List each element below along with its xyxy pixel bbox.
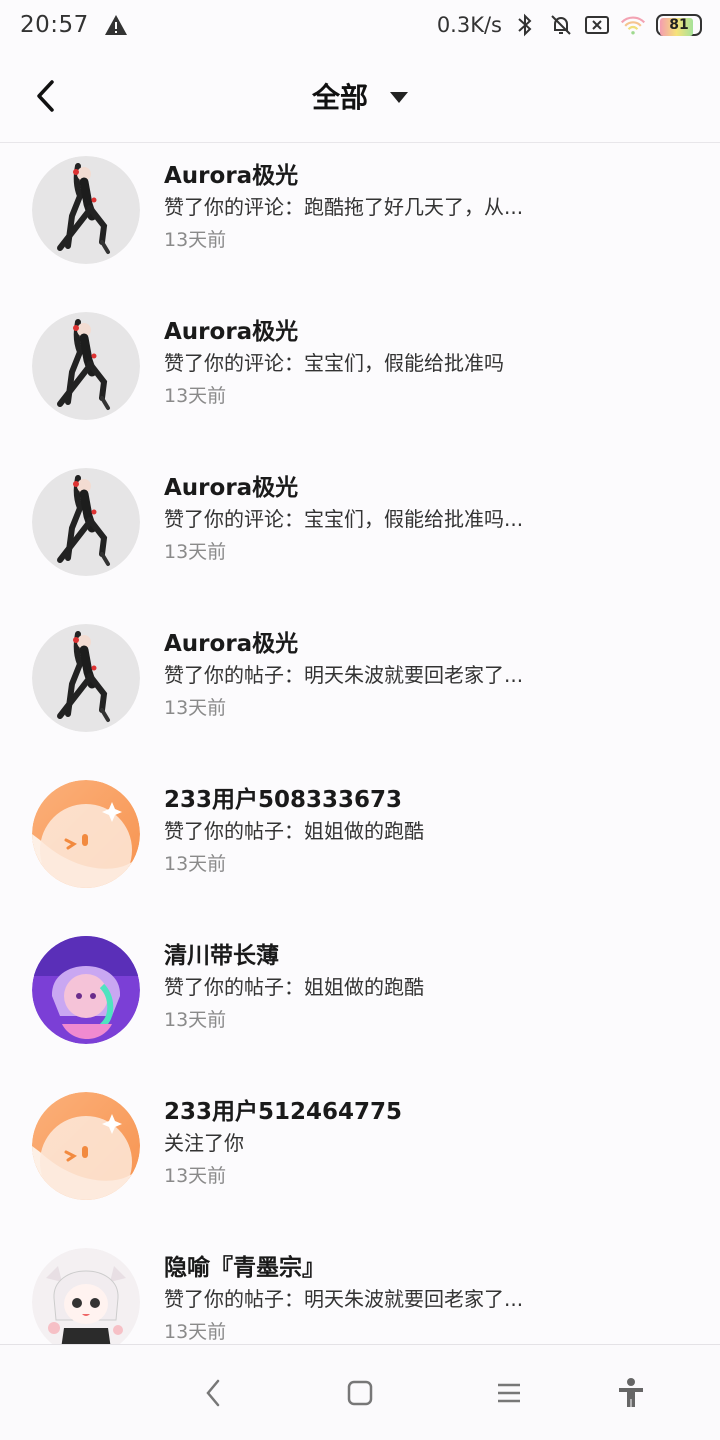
avatar[interactable] bbox=[32, 780, 140, 888]
page-title: 全部 bbox=[311, 81, 368, 114]
avatar[interactable] bbox=[32, 1248, 140, 1344]
user-name[interactable]: 233用户512464775 bbox=[164, 1092, 402, 1126]
battery-icon: 81 bbox=[656, 14, 702, 36]
home-nav-icon[interactable] bbox=[340, 1373, 380, 1413]
user-name[interactable]: Aurora极光 bbox=[164, 468, 298, 502]
notification-item[interactable]: Aurora极光赞了你的评论：跑酷拖了好几天了，从... 13天前 bbox=[0, 144, 720, 300]
status-time: 20:57 bbox=[20, 12, 89, 38]
notification-text: 赞了你的帖子：姐姐做的跑酷 bbox=[164, 819, 424, 843]
bell-muted-icon bbox=[548, 12, 574, 38]
avatar[interactable] bbox=[32, 936, 140, 1044]
notification-item[interactable]: Aurora极光赞了你的帖子：明天朱波就要回老家了... 13天前 bbox=[0, 612, 720, 768]
notification-item[interactable]: 清川带长薄赞了你的帖子：姐姐做的跑酷 13天前 bbox=[0, 924, 720, 1080]
user-name[interactable]: Aurora极光 bbox=[164, 624, 298, 658]
user-name[interactable]: 隐喻『青墨宗』 bbox=[164, 1248, 325, 1282]
caret-down-icon bbox=[390, 91, 408, 103]
user-name[interactable]: Aurora极光 bbox=[164, 312, 298, 346]
sim-off-icon bbox=[584, 12, 610, 38]
back-nav-icon[interactable] bbox=[193, 1373, 233, 1413]
timestamp: 13天前 bbox=[164, 229, 227, 251]
notification-item[interactable]: 隐喻『青墨宗』赞了你的帖子：明天朱波就要回老家了... 13天前 bbox=[0, 1236, 720, 1344]
network-speed: 0.3K/s bbox=[436, 13, 502, 37]
user-name[interactable]: 233用户508333673 bbox=[164, 780, 402, 814]
timestamp: 13天前 bbox=[164, 697, 227, 719]
notification-text: 赞了你的评论：跑酷拖了好几天了，从... bbox=[164, 195, 524, 219]
avatar[interactable] bbox=[32, 156, 140, 264]
notification-text: 赞了你的评论：宝宝们，假能给批准吗 bbox=[164, 351, 504, 375]
timestamp: 13天前 bbox=[164, 385, 227, 407]
filter-dropdown[interactable]: 全部 bbox=[0, 76, 720, 116]
timestamp: 13天前 bbox=[164, 1165, 227, 1187]
notification-list: Aurora极光 赞了你的评论：跑酷拖了好几天了，从... 13天前 Aurora极… bbox=[0, 144, 720, 1344]
notification-text: 赞了你的帖子：明天朱波就要回老家了... bbox=[164, 663, 524, 687]
avatar[interactable] bbox=[32, 624, 140, 732]
notification-text: 赞了你的帖子：明天朱波就要回老家了... bbox=[164, 1287, 524, 1311]
warning-icon bbox=[103, 13, 129, 37]
system-nav-bar bbox=[0, 1344, 720, 1440]
timestamp: 13天前 bbox=[164, 853, 227, 875]
status-bar: 20:57 0.3K/s 81 bbox=[0, 0, 720, 50]
page-header: 全部 bbox=[0, 50, 720, 143]
bluetooth-icon bbox=[512, 12, 538, 38]
notification-text: 关注了你 bbox=[164, 1131, 244, 1155]
status-icons: 0.3K/s 81 bbox=[437, 12, 702, 38]
notification-text: 赞了你的评论：宝宝们，假能给批准吗... bbox=[164, 507, 524, 531]
notification-item[interactable]: 233用户512464775 关注了你 13天前 bbox=[0, 1080, 720, 1236]
notification-item[interactable]: Aurora极光赞了你的评论：宝宝们，假能给批准吗... 13天前 bbox=[0, 456, 720, 612]
user-name[interactable]: 清川带长薄 bbox=[164, 936, 279, 970]
avatar[interactable] bbox=[32, 312, 140, 420]
menu-nav-icon[interactable] bbox=[489, 1373, 529, 1413]
timestamp: 13天前 bbox=[164, 541, 227, 563]
timestamp: 13天前 bbox=[164, 1321, 227, 1343]
timestamp: 13天前 bbox=[164, 1009, 227, 1031]
notification-item[interactable]: 233用户508333673 赞了你的帖子：姐姐做的跑酷 13天前 bbox=[0, 768, 720, 924]
notification-item[interactable]: Aurora极光赞了你的评论：宝宝们，假能给批准吗 13天前 bbox=[0, 300, 720, 456]
avatar[interactable] bbox=[32, 1092, 140, 1200]
battery-level: 81 bbox=[669, 17, 689, 33]
accessibility-icon[interactable] bbox=[611, 1373, 651, 1413]
notification-text: 赞了你的帖子：姐姐做的跑酷 bbox=[164, 975, 424, 999]
wifi-icon bbox=[620, 12, 646, 38]
user-name[interactable]: Aurora极光 bbox=[164, 156, 298, 190]
avatar[interactable] bbox=[32, 468, 140, 576]
